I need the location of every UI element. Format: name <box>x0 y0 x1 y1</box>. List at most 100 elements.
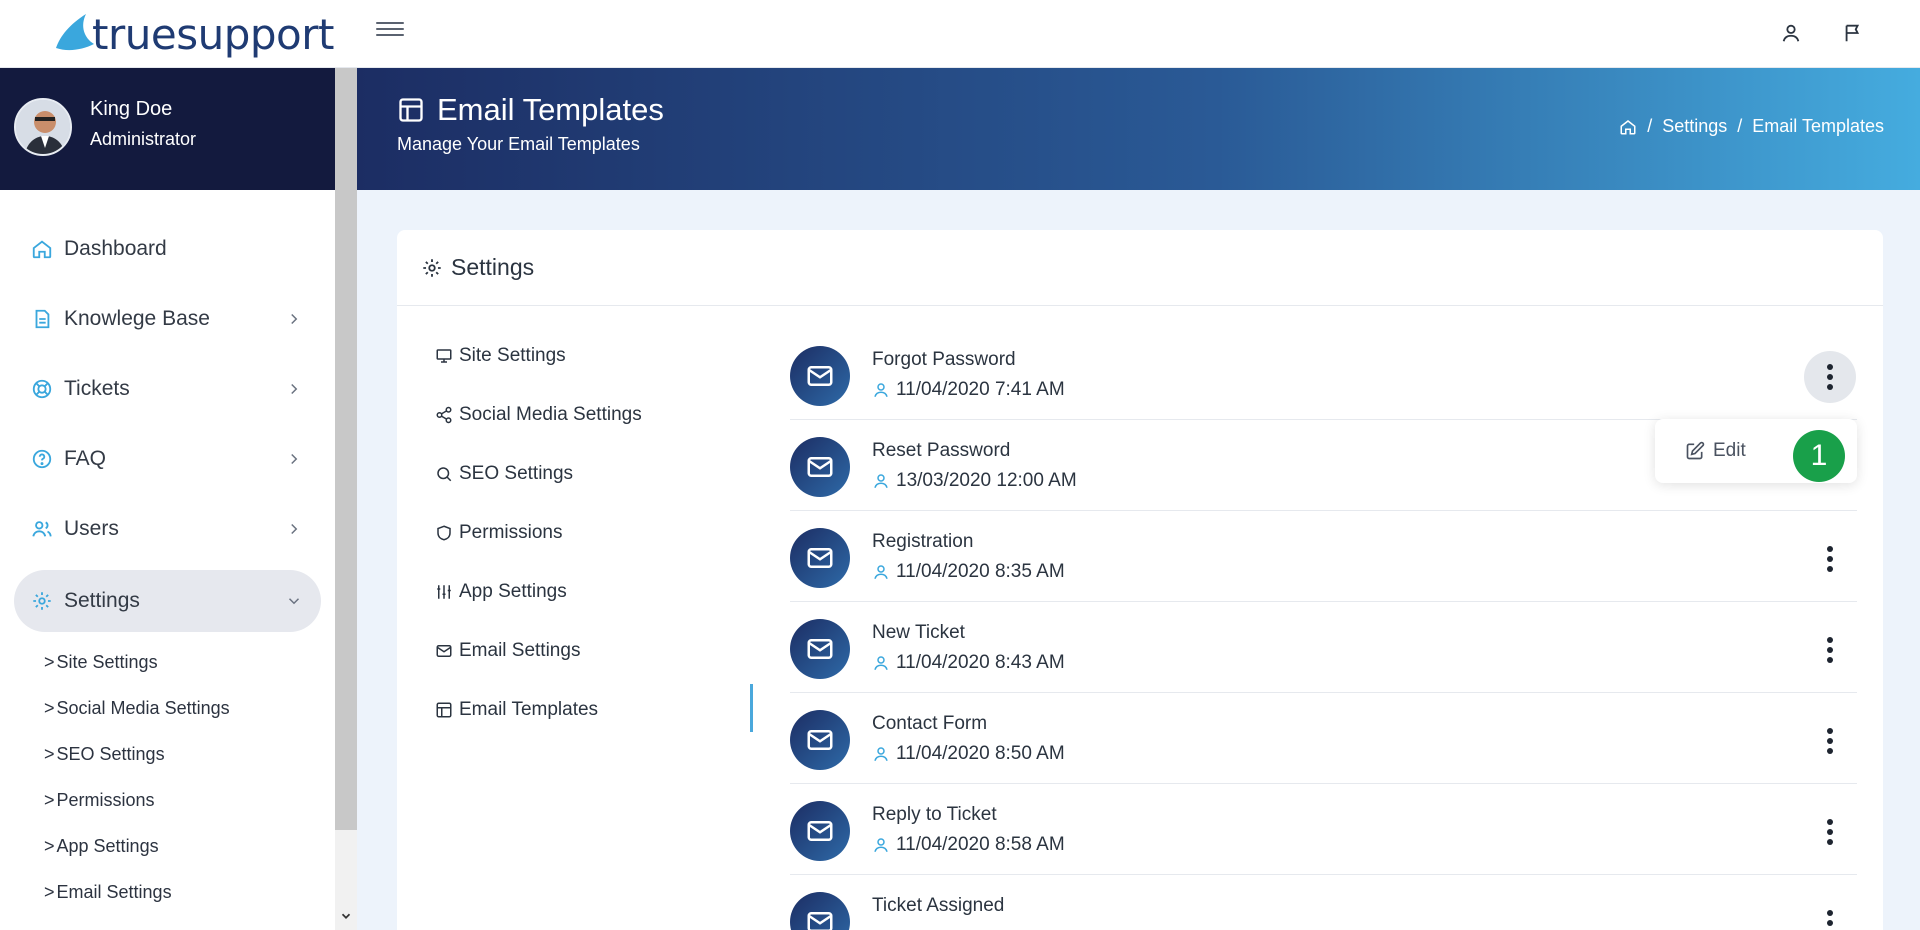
sub-item-label: Permissions <box>56 790 155 810</box>
user-role: Administrator <box>90 129 197 149</box>
template-row[interactable]: New Ticket 11/04/2020 8:43 AM <box>790 602 1857 693</box>
sub-item-label: SEO Settings <box>56 744 165 764</box>
breadcrumb-separator: / <box>1737 116 1743 136</box>
template-name[interactable]: Forgot Password <box>872 349 1016 371</box>
template-row[interactable]: Ticket Assigned <box>790 875 1857 930</box>
sidebar: King Doe Administrator Dashboard Knowleg… <box>0 68 335 930</box>
user-name: King Doe <box>90 98 173 120</box>
template-date: 11/04/2020 8:50 AM <box>872 743 1065 765</box>
vertical-dots-icon <box>1827 544 1833 574</box>
sub-item-permissions[interactable]: > Permissions <box>44 790 155 811</box>
home-icon <box>30 237 54 261</box>
sub-item-email-settings[interactable]: > Email Settings <box>44 882 172 903</box>
template-date-text: 11/04/2020 8:50 AM <box>896 743 1065 764</box>
settings-menu-email-settings[interactable]: Email Settings <box>435 640 580 662</box>
more-options-button[interactable] <box>1804 624 1856 676</box>
more-options-button[interactable] <box>1804 897 1856 930</box>
template-date-text: 11/04/2020 8:43 AM <box>896 652 1065 673</box>
home-icon[interactable] <box>1619 118 1637 136</box>
template-date: 11/04/2020 8:35 AM <box>872 561 1065 583</box>
nav-item-tickets[interactable]: Tickets <box>14 358 321 420</box>
logo[interactable]: truesupport <box>50 6 334 62</box>
chevron-right-icon <box>291 313 298 325</box>
breadcrumb-email-templates: Email Templates <box>1752 116 1884 136</box>
page-title-text: Email Templates <box>437 92 664 127</box>
more-options-button[interactable] <box>1804 806 1856 858</box>
page-subtitle: Manage Your Email Templates <box>397 134 640 154</box>
vertical-dots-icon <box>1827 362 1833 392</box>
template-row[interactable]: Forgot Password 11/04/2020 7:41 AM <box>790 329 1857 420</box>
sidebar-scrollbar-thumb[interactable] <box>335 68 357 830</box>
settings-menu-label: Email Templates <box>459 699 599 720</box>
envelope-icon <box>790 619 850 679</box>
template-row[interactable]: Reply to Ticket 11/04/2020 8:58 AM <box>790 784 1857 875</box>
template-row[interactable]: Registration 11/04/2020 8:35 AM <box>790 511 1857 602</box>
settings-menu-seo-settings[interactable]: SEO Settings <box>435 463 573 485</box>
sub-item-label: Social Media Settings <box>56 698 230 718</box>
settings-menu-label: Permissions <box>459 522 563 543</box>
template-name[interactable]: New Ticket <box>872 622 965 644</box>
settings-menu-label: Email Settings <box>459 640 581 661</box>
nav-label: Settings <box>64 589 140 612</box>
user-icon <box>874 747 888 761</box>
layout-icon <box>435 701 453 719</box>
settings-menu-app-settings[interactable]: App Settings <box>435 581 567 603</box>
settings-menu-label: Social Media Settings <box>459 404 642 425</box>
breadcrumb: / Settings / Email Templates <box>1619 116 1884 137</box>
flag-icon[interactable] <box>1838 18 1868 48</box>
sub-item-app-settings[interactable]: > App Settings <box>44 836 159 857</box>
settings-menu-site-settings[interactable]: Site Settings <box>435 345 566 367</box>
envelope-icon <box>790 801 850 861</box>
envelope-icon <box>790 528 850 588</box>
template-name[interactable]: Registration <box>872 531 973 553</box>
template-date-text: 11/04/2020 8:35 AM <box>896 561 1065 582</box>
template-row[interactable]: Contact Form 11/04/2020 8:50 AM <box>790 693 1857 784</box>
template-date: 11/04/2020 8:58 AM <box>872 834 1065 856</box>
envelope-icon <box>790 437 850 497</box>
sliders-icon <box>435 583 453 601</box>
template-date-text: 11/04/2020 7:41 AM <box>896 379 1065 400</box>
scroll-down-arrow-icon[interactable] <box>335 905 357 927</box>
card-header: Settings <box>397 230 1883 306</box>
sub-item-social-media-settings[interactable]: > Social Media Settings <box>44 698 230 719</box>
template-name[interactable]: Contact Form <box>872 713 987 735</box>
user-icon <box>874 383 888 397</box>
avatar[interactable] <box>14 98 72 156</box>
more-options-button[interactable] <box>1804 351 1856 403</box>
card-title: Settings <box>451 254 535 280</box>
gear-icon <box>30 589 54 613</box>
nav-item-faq[interactable]: FAQ <box>14 428 321 490</box>
sub-item-site-settings[interactable]: > Site Settings <box>44 652 158 673</box>
edit-label: Edit <box>1713 440 1746 461</box>
nav-item-users[interactable]: Users <box>14 498 321 560</box>
breadcrumb-separator: / <box>1647 116 1653 136</box>
more-options-button[interactable] <box>1804 715 1856 767</box>
user-profile-icon[interactable] <box>1776 18 1806 48</box>
template-name[interactable]: Reset Password <box>872 440 1010 462</box>
share-icon <box>435 406 453 424</box>
nav-label: Users <box>64 517 119 540</box>
breadcrumb-settings[interactable]: Settings <box>1662 116 1727 137</box>
nav-item-dashboard[interactable]: Dashboard <box>14 218 321 280</box>
hamburger-menu-icon[interactable] <box>376 22 404 44</box>
envelope-icon <box>790 346 850 406</box>
settings-menu-social-media-settings[interactable]: Social Media Settings <box>435 404 642 426</box>
nav-item-knowledge-base[interactable]: Knowlege Base <box>14 288 321 350</box>
help-circle-icon <box>30 447 54 471</box>
more-options-button[interactable] <box>1804 533 1856 585</box>
template-name[interactable]: Reply to Ticket <box>872 804 997 826</box>
user-profile-panel: King Doe Administrator <box>0 68 335 190</box>
template-date: 13/03/2020 12:00 AM <box>872 470 1077 492</box>
page-header-banner: Email Templates Manage Your Email Templa… <box>357 68 1920 190</box>
nav-label: FAQ <box>64 447 107 470</box>
settings-menu-label: App Settings <box>459 581 567 602</box>
template-name[interactable]: Ticket Assigned <box>872 895 1004 917</box>
sub-item-seo-settings[interactable]: > SEO Settings <box>44 744 165 765</box>
template-date-text: 13/03/2020 12:00 AM <box>896 470 1077 491</box>
nav-item-settings[interactable]: Settings <box>14 570 321 632</box>
settings-menu-permissions[interactable]: Permissions <box>435 522 562 544</box>
settings-menu-email-templates[interactable]: Email Templates <box>435 699 598 721</box>
vertical-dots-icon <box>1827 817 1833 847</box>
monitor-icon <box>435 347 453 365</box>
search-icon <box>435 465 453 483</box>
